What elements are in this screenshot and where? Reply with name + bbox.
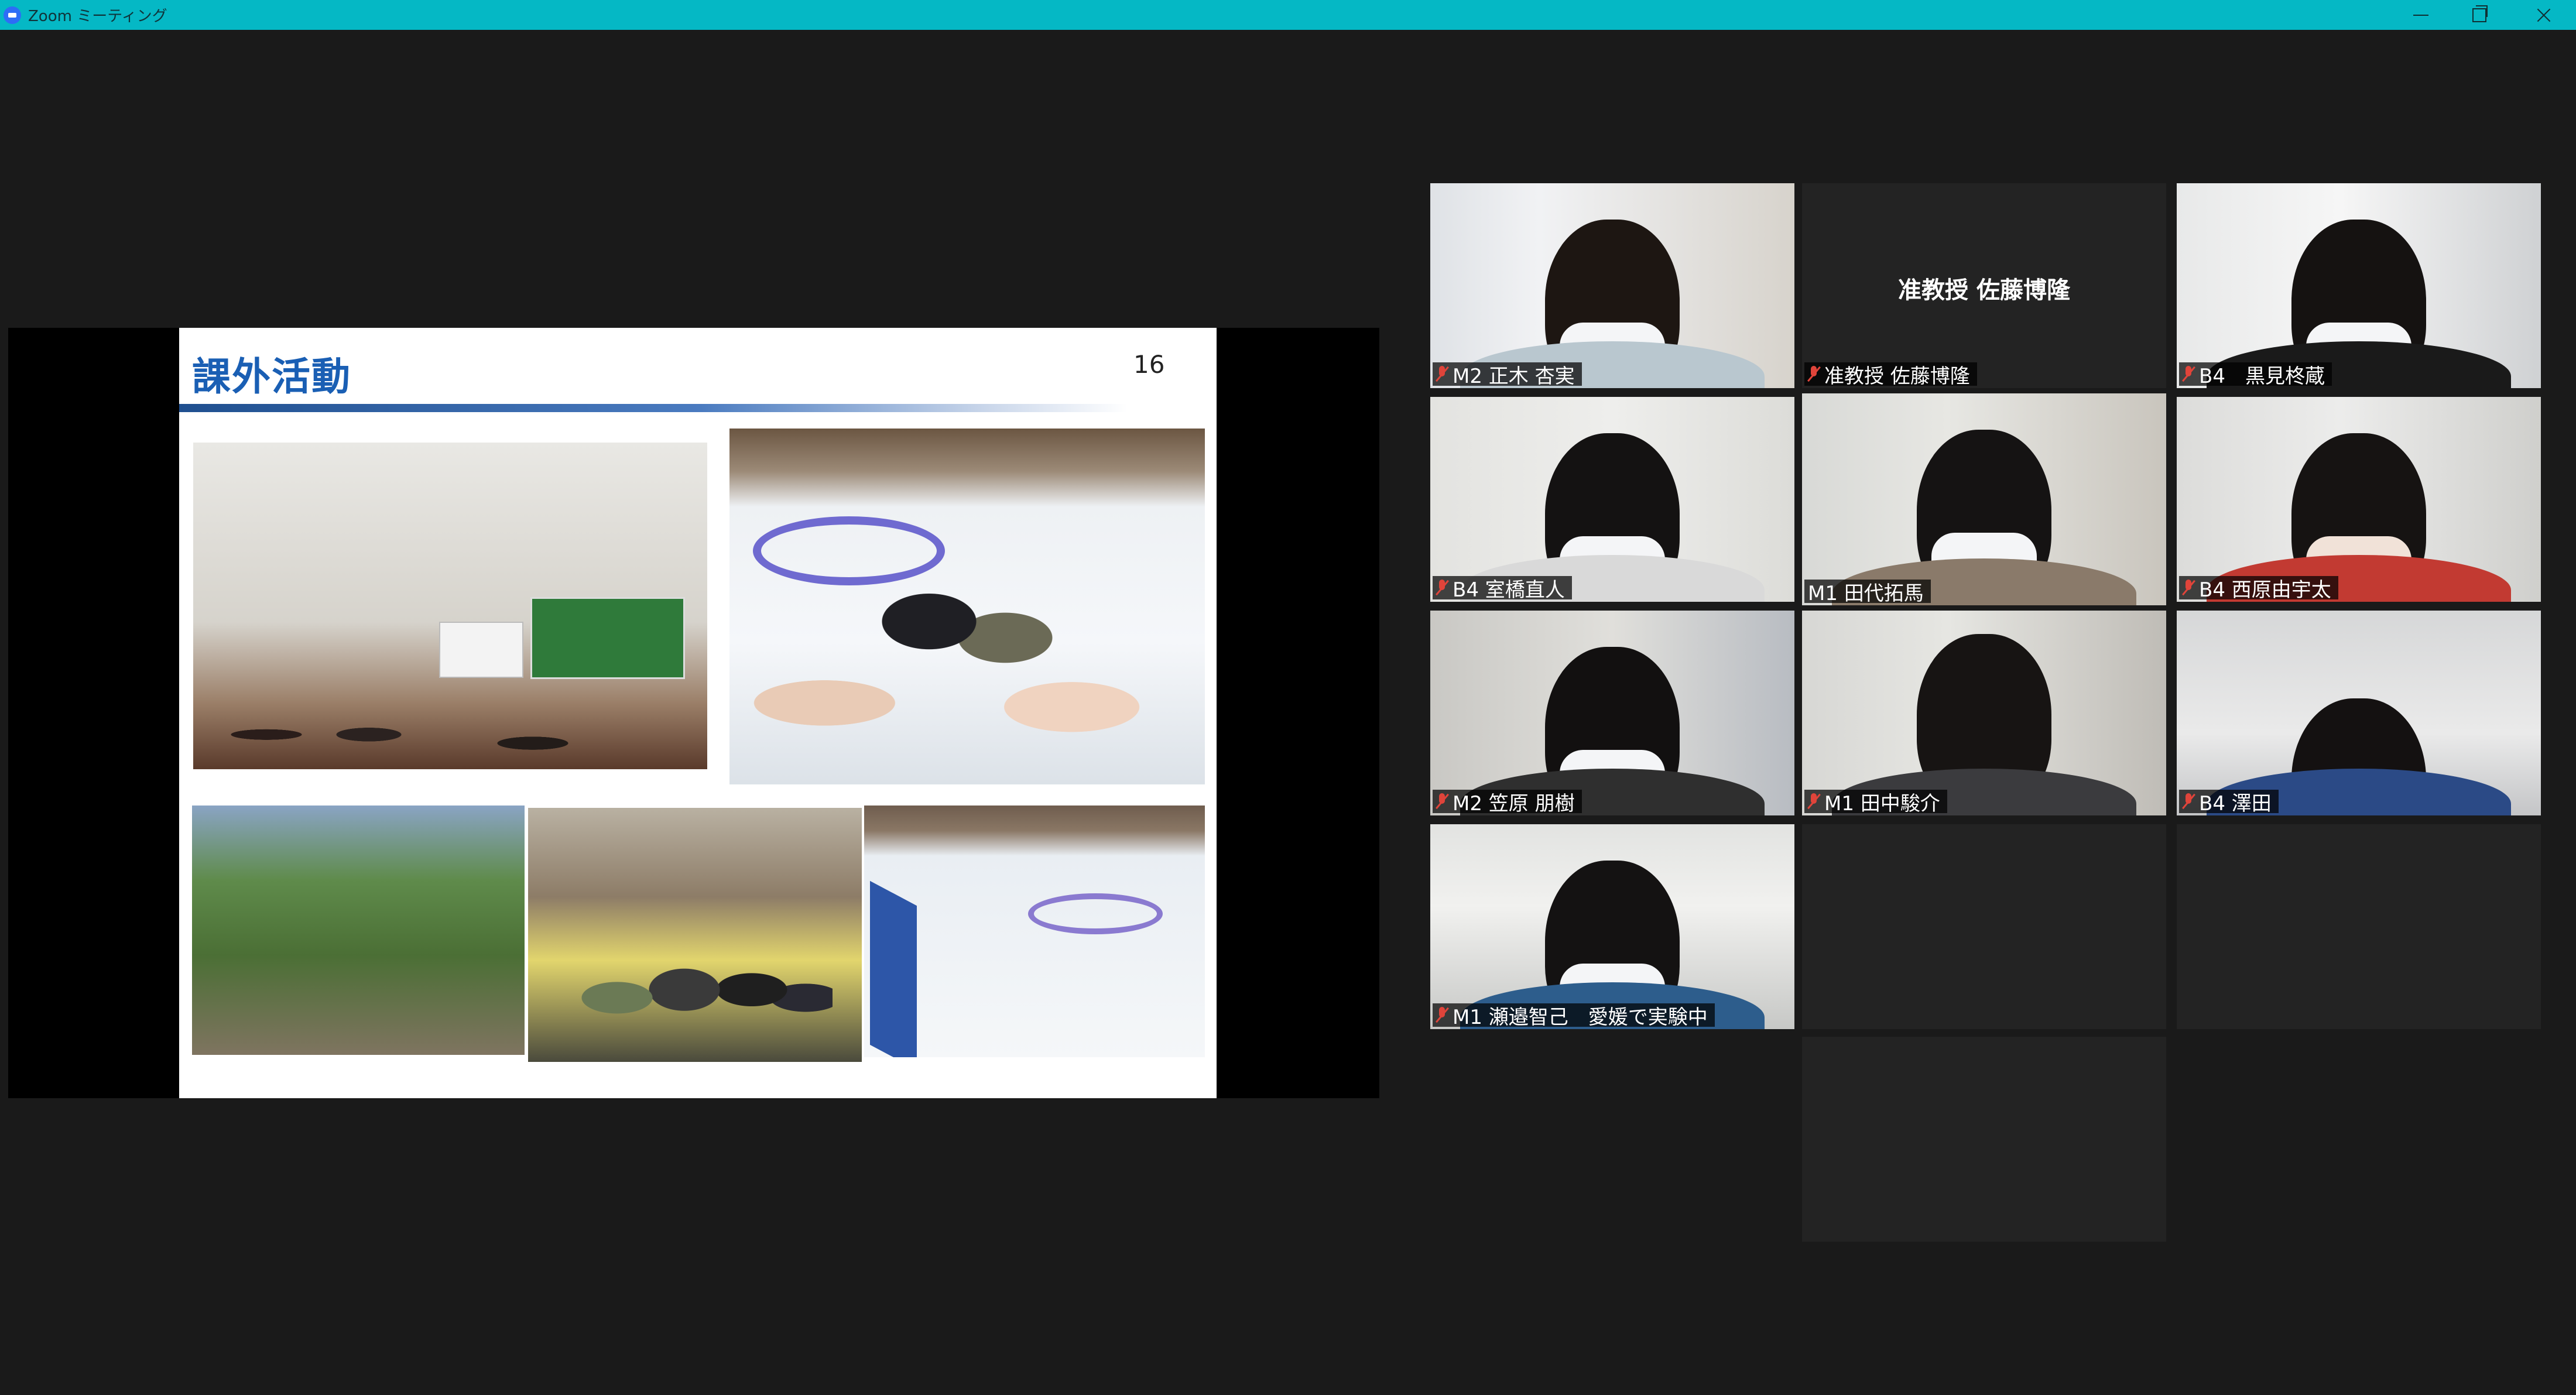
participant-name: M1 田代拓馬 bbox=[1808, 581, 1924, 605]
title-bar: Zoom ミーティング bbox=[0, 0, 2576, 30]
participant-name-tag: B4 西原由宇太 bbox=[2179, 576, 2338, 602]
participant-name: B4 澤田 bbox=[2199, 791, 2272, 815]
participant-tile[interactable]: M1 田中駿介 bbox=[1802, 611, 2166, 815]
participant-tile[interactable]: M2 正木 杏実 bbox=[1430, 183, 1794, 388]
ice-rink-photo bbox=[864, 806, 1205, 1057]
participant-video bbox=[1430, 824, 1794, 1029]
mic-off-icon bbox=[1436, 580, 1448, 596]
participant-name: M1 田中駿介 bbox=[1824, 791, 1940, 815]
participant-tile[interactable]: B4 黒見柊蔵 bbox=[2177, 183, 2541, 388]
participant-name: M1 瀬邉智己 愛媛で実験中 bbox=[1453, 1005, 1708, 1029]
empty-tile bbox=[1802, 1037, 2166, 1242]
slide-title: 課外活動 bbox=[192, 354, 351, 399]
participant-video bbox=[2177, 183, 2541, 388]
participant-tile[interactable]: M2 笠原 朋樹 bbox=[1430, 611, 1794, 815]
participant-display-name: 准教授 佐藤博隆 bbox=[1898, 277, 2070, 304]
slide-page-number: 16 bbox=[1133, 350, 1165, 379]
participant-name: M2 笠原 朋樹 bbox=[1453, 791, 1575, 815]
restore-button[interactable] bbox=[2453, 0, 2506, 30]
participant-name: M2 正木 杏実 bbox=[1453, 364, 1575, 388]
participant-video bbox=[1802, 393, 2166, 605]
mic-off-icon bbox=[1436, 793, 1448, 810]
close-button[interactable] bbox=[2517, 0, 2570, 30]
skating-selfie-photo bbox=[729, 429, 1205, 784]
participant-name-tag: M1 瀬邉智己 愛媛で実験中 bbox=[1433, 1003, 1715, 1029]
zoom-app-icon bbox=[4, 6, 21, 24]
participant-name-tag: M1 田中駿介 bbox=[1804, 790, 1947, 815]
whiteboard bbox=[439, 622, 523, 678]
window-title: Zoom ミーティング bbox=[28, 8, 167, 25]
group-photo bbox=[528, 808, 862, 1062]
slide-title-underline bbox=[179, 404, 1128, 412]
participant-tile[interactable]: B4 澤田 bbox=[2177, 611, 2541, 815]
minimize-icon bbox=[2413, 14, 2428, 16]
group-people bbox=[563, 902, 833, 1062]
rink-board bbox=[870, 880, 917, 1057]
participant-video bbox=[1430, 397, 1794, 602]
restore-icon bbox=[2472, 5, 2488, 22]
projector-screen bbox=[530, 597, 685, 679]
participant-name-tag: M1 田代拓馬 bbox=[1804, 580, 1931, 605]
participant-name: B4 黒見柊蔵 bbox=[2199, 364, 2325, 388]
participant-name-tag: B4 室橋直人 bbox=[1433, 576, 1572, 602]
mic-off-icon bbox=[2183, 793, 2194, 810]
participant-video bbox=[2177, 397, 2541, 602]
participant-video bbox=[1430, 183, 1794, 388]
empty-tile bbox=[2177, 824, 2541, 1029]
mic-off-icon bbox=[1436, 1007, 1448, 1023]
close-icon bbox=[2536, 8, 2551, 23]
mic-off-icon bbox=[2183, 580, 2194, 596]
participant-tile-active-speaker[interactable]: M1 田代拓馬 bbox=[1802, 393, 2166, 605]
participant-name-tag: 准教授 佐藤博隆 bbox=[1804, 362, 1977, 388]
participant-name-tag: B4 澤田 bbox=[2179, 790, 2279, 815]
empty-tile bbox=[1802, 824, 2166, 1029]
participant-name: B4 西原由宇太 bbox=[2199, 578, 2331, 602]
participant-video bbox=[1802, 611, 2166, 815]
group-faces bbox=[729, 581, 1205, 784]
shared-screen[interactable]: 課外活動 16 bbox=[8, 328, 1379, 1098]
rink-marking bbox=[1028, 893, 1163, 934]
mic-off-icon bbox=[1808, 793, 1820, 810]
garden-photo bbox=[192, 806, 525, 1055]
participant-video bbox=[2177, 611, 2541, 815]
participant-tile[interactable]: B4 西原由宇太 bbox=[2177, 397, 2541, 602]
participant-tile[interactable]: 准教授 佐藤博隆 准教授 佐藤博隆 bbox=[1802, 183, 2166, 388]
participant-video bbox=[1430, 611, 1794, 815]
participant-name: 准教授 佐藤博隆 bbox=[1824, 364, 1970, 388]
mic-off-icon bbox=[1436, 366, 1448, 382]
room-photo bbox=[193, 443, 707, 769]
people-silhouettes bbox=[205, 683, 615, 769]
mic-off-icon bbox=[2183, 366, 2194, 382]
participant-name-tag: M2 笠原 朋樹 bbox=[1433, 790, 1582, 815]
presentation-slide: 課外活動 16 bbox=[179, 328, 1217, 1098]
participant-name-tag: M2 正木 杏実 bbox=[1433, 362, 1582, 388]
rink-marking bbox=[753, 516, 945, 585]
participant-tile[interactable]: B4 室橋直人 bbox=[1430, 397, 1794, 602]
minimize-button[interactable] bbox=[2395, 0, 2447, 30]
mic-off-icon bbox=[1808, 366, 1820, 382]
participant-name-tag: B4 黒見柊蔵 bbox=[2179, 362, 2332, 388]
participant-name: B4 室橋直人 bbox=[1453, 578, 1565, 602]
participant-tile[interactable]: M1 瀬邉智己 愛媛で実験中 bbox=[1430, 824, 1794, 1029]
